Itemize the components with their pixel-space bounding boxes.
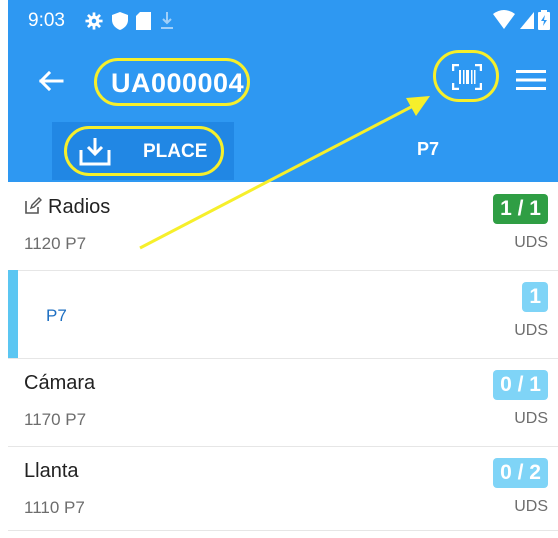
item-code: 1110 P7 bbox=[24, 498, 85, 517]
item-name: Llanta bbox=[24, 460, 79, 482]
item-code: 1120 P7 bbox=[24, 234, 87, 253]
selection-indicator bbox=[8, 270, 18, 358]
list-item[interactable]: Llanta 1110 P7 0 / 2 UDS bbox=[8, 446, 558, 531]
status-right-icons bbox=[493, 10, 550, 35]
barcode-scan-icon[interactable] bbox=[452, 64, 482, 90]
battery-icon bbox=[538, 10, 550, 30]
unit-label: UDS bbox=[514, 410, 548, 427]
place-icon[interactable] bbox=[79, 136, 111, 166]
item-name: Radios bbox=[24, 196, 110, 219]
sd-card-icon bbox=[136, 12, 151, 30]
item-name-text: Radios bbox=[48, 196, 111, 218]
place-highlight[interactable]: PLACE bbox=[64, 126, 224, 176]
back-arrow-icon[interactable] bbox=[34, 64, 68, 98]
wifi-icon bbox=[493, 10, 516, 29]
app-bar: UA000004 bbox=[8, 44, 558, 120]
tab-place-label[interactable]: PLACE bbox=[143, 141, 207, 163]
tab-p7[interactable]: P7 bbox=[388, 139, 468, 160]
app-screen: 9:03 UA000004 PLACE P7 Radios 1120 P7 1 … bbox=[8, 0, 558, 531]
tab-bar: PLACE P7 bbox=[8, 120, 558, 182]
unit-label: UDS bbox=[514, 322, 548, 339]
status-bar: 9:03 bbox=[8, 0, 558, 44]
item-name: Cámara bbox=[24, 372, 96, 394]
unit-label: UDS bbox=[514, 234, 548, 251]
list-item-selected[interactable]: P7 1 UDS bbox=[8, 270, 558, 359]
quantity-badge: 0 / 2 bbox=[493, 458, 548, 488]
page-title: UA000004 bbox=[111, 68, 245, 98]
edit-icon[interactable] bbox=[24, 197, 42, 215]
menu-icon[interactable] bbox=[516, 68, 546, 92]
quantity-badge: 1 bbox=[522, 282, 548, 312]
shield-icon bbox=[112, 12, 128, 30]
location-label[interactable]: P7 bbox=[46, 306, 67, 326]
list-item[interactable]: Cámara 1170 P7 0 / 1 UDS bbox=[8, 358, 558, 447]
scan-button[interactable] bbox=[433, 50, 499, 102]
status-time: 9:03 bbox=[28, 10, 65, 31]
item-code: 1170 P7 bbox=[24, 410, 87, 429]
unit-label: UDS bbox=[514, 498, 548, 515]
title-highlight: UA000004 bbox=[94, 58, 250, 106]
gear-icon bbox=[85, 12, 103, 30]
signal-icon bbox=[519, 12, 534, 29]
list-item[interactable]: Radios 1120 P7 1 / 1 UDS bbox=[8, 182, 558, 271]
download-icon bbox=[161, 12, 173, 29]
quantity-badge: 0 / 1 bbox=[493, 370, 548, 400]
quantity-badge: 1 / 1 bbox=[493, 194, 548, 224]
